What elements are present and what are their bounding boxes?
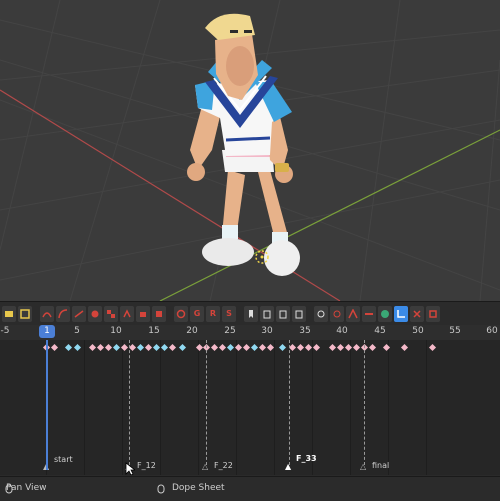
marker-label-final: final xyxy=(372,461,390,470)
axis-icon[interactable] xyxy=(394,305,408,322)
keyframe-region xyxy=(46,340,456,475)
select-icon[interactable] xyxy=(18,305,32,322)
mouse-cursor-icon xyxy=(125,462,135,475)
rotate-icon[interactable]: R xyxy=(206,305,220,322)
ruler-tick: 55 xyxy=(449,326,461,336)
marker-line xyxy=(289,340,290,465)
link-icon[interactable] xyxy=(314,305,328,322)
ruler-tick: 25 xyxy=(224,326,236,336)
settings-icon[interactable] xyxy=(410,305,424,322)
curve-tool-icon[interactable] xyxy=(40,305,54,322)
ruler-tick: 5 xyxy=(74,326,80,336)
scale-icon[interactable]: S xyxy=(222,305,236,322)
viewport-canvas xyxy=(0,0,500,301)
status-dope-sheet: Dope Sheet xyxy=(172,483,225,493)
marker-line xyxy=(206,340,207,465)
mirror-icon[interactable] xyxy=(426,305,440,322)
pose-icon[interactable] xyxy=(346,305,360,322)
interpolation-icon[interactable] xyxy=(56,305,70,322)
paste-icon[interactable] xyxy=(260,305,274,322)
3d-viewport[interactable] xyxy=(0,0,500,301)
marker-icon[interactable] xyxy=(136,305,150,322)
timeline-ruler[interactable]: -5 5 10 15 20 25 30 35 40 45 50 55 60 xyxy=(0,325,500,341)
delete-icon[interactable] xyxy=(276,305,290,322)
ruler-tick: 15 xyxy=(148,326,160,336)
ruler-tick: 50 xyxy=(412,326,424,336)
ruler-tick: 20 xyxy=(186,326,198,336)
current-frame-indicator[interactable]: 1 xyxy=(39,325,55,338)
snap-glyph-icon[interactable]: G xyxy=(190,305,204,322)
ruler-tick: -5 xyxy=(0,326,10,336)
marker-triangle-icon[interactable]: ▲ xyxy=(285,462,291,471)
marker-label-start: start xyxy=(54,455,73,464)
globe-icon[interactable] xyxy=(378,305,392,322)
bone-icon[interactable] xyxy=(362,305,376,322)
marker-triangle-icon[interactable]: △ xyxy=(202,462,208,471)
keying-set-icon[interactable] xyxy=(2,305,16,322)
marker-line xyxy=(129,340,130,465)
power-icon[interactable] xyxy=(174,305,188,322)
ghost-icon[interactable] xyxy=(120,305,134,322)
bookmark-icon[interactable] xyxy=(244,305,258,322)
filter-icon[interactable] xyxy=(292,305,306,322)
marker-triangle-icon[interactable]: △ xyxy=(360,462,366,471)
record-icon[interactable] xyxy=(88,305,102,322)
view-icon[interactable] xyxy=(330,305,344,322)
mouse-icon xyxy=(157,484,165,494)
ruler-tick: 40 xyxy=(336,326,348,336)
marker-label-f12: F_12 xyxy=(137,461,156,470)
marker-label-f33: F_33 xyxy=(296,454,317,463)
ruler-tick: 10 xyxy=(110,326,122,336)
ruler-tick: 45 xyxy=(374,326,386,336)
dope-sheet-toolbar: G R S xyxy=(0,301,500,325)
status-pan-view: Pan View xyxy=(6,483,47,493)
marker-label-f22: F_22 xyxy=(214,461,233,470)
marker-line xyxy=(364,340,365,465)
ruler-tick: 60 xyxy=(486,326,498,336)
key-icon[interactable] xyxy=(72,305,86,322)
ruler-tick: 30 xyxy=(261,326,273,336)
status-bar: Pan View Dope Sheet xyxy=(0,476,500,501)
snap-icon[interactable] xyxy=(104,305,118,322)
copy-icon[interactable] xyxy=(152,305,166,322)
ruler-tick: 35 xyxy=(299,326,311,336)
playhead[interactable] xyxy=(46,340,48,470)
dope-sheet-area[interactable]: ▲ start ▲ F_12 △ F_22 ▲ F_33 △ final xyxy=(0,340,500,475)
